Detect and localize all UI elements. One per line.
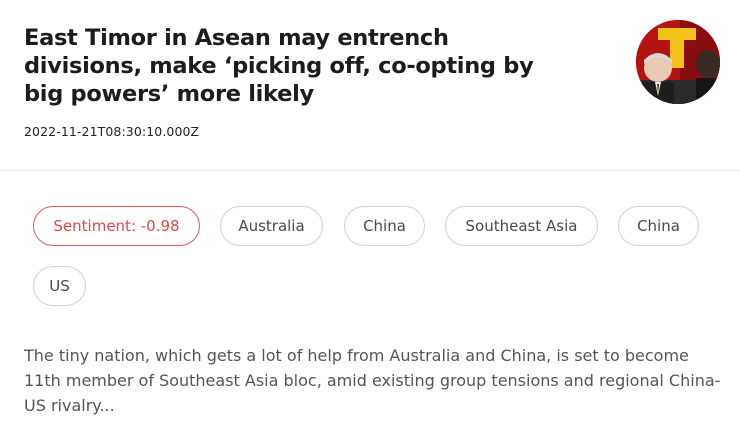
thumbnail-image	[636, 20, 720, 104]
tag-us[interactable]: US	[33, 266, 86, 306]
article-timestamp: 2022-11-21T08:30:10.000Z	[24, 124, 200, 139]
news-photo-thumbnail-icon[interactable]	[636, 20, 720, 104]
article-title[interactable]: East Timor in Asean may entrench divisio…	[24, 24, 544, 108]
article-summary: The tiny nation, which gets a lot of hel…	[24, 346, 721, 415]
tag-australia[interactable]: Australia	[220, 206, 323, 246]
card-header: East Timor in Asean may entrench divisio…	[0, 0, 740, 170]
tag-southeast-asia[interactable]: Southeast Asia	[445, 206, 598, 246]
header-divider	[0, 170, 740, 171]
tag-china-2[interactable]: China	[618, 206, 699, 246]
news-card: East Timor in Asean may entrench divisio…	[0, 0, 740, 446]
tag-china[interactable]: China	[344, 206, 425, 246]
sentiment-tag[interactable]: Sentiment: -0.98	[33, 206, 200, 246]
